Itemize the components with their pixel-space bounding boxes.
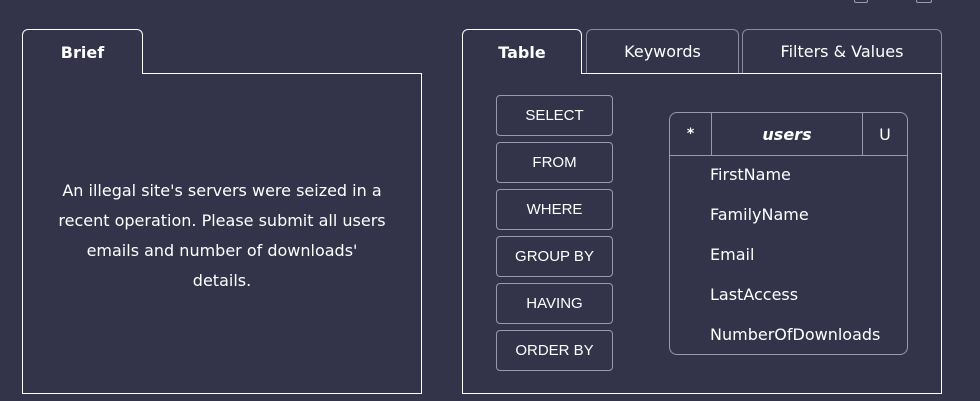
column-familyname[interactable]: FamilyName <box>710 195 880 235</box>
tab-table[interactable]: Table <box>462 29 582 74</box>
keyword-where-button[interactable]: WHERE <box>496 189 613 230</box>
brief-panel: An illegal site's servers were seized in… <box>22 73 422 394</box>
keyword-from-button[interactable]: FROM <box>496 142 613 183</box>
table-name[interactable]: users <box>711 113 863 155</box>
column-numberofdownloads[interactable]: NumberOfDownloads <box>710 315 880 355</box>
column-list: FirstName FamilyName Email LastAccess Nu… <box>710 155 880 355</box>
window-control-icon[interactable] <box>854 0 868 3</box>
tab-brief[interactable]: Brief <box>22 29 143 74</box>
users-table-card: * users U FirstName FamilyName Email Las… <box>669 112 908 355</box>
column-firstname[interactable]: FirstName <box>710 155 880 195</box>
tab-table-label: Table <box>498 42 546 62</box>
keyword-select-button[interactable]: SELECT <box>496 95 613 136</box>
keyword-group-by-button[interactable]: GROUP BY <box>496 236 613 277</box>
keyword-having-button[interactable]: HAVING <box>496 283 613 324</box>
brief-text: An illegal site's servers were seized in… <box>58 180 386 290</box>
table-header: * users U <box>670 113 907 156</box>
tab-filters-values-label: Filters & Values <box>780 42 904 61</box>
keyword-order-by-button[interactable]: ORDER BY <box>496 330 613 371</box>
tab-brief-label: Brief <box>60 42 105 62</box>
table-u-button[interactable]: U <box>862 113 907 155</box>
column-lastaccess[interactable]: LastAccess <box>710 275 880 315</box>
column-email[interactable]: Email <box>710 235 880 275</box>
window-control-icon[interactable] <box>916 0 932 3</box>
tab-keywords[interactable]: Keywords <box>586 29 739 73</box>
tab-filters-values[interactable]: Filters & Values <box>742 29 942 73</box>
select-all-columns-button[interactable]: * <box>670 113 712 155</box>
tab-keywords-label: Keywords <box>624 42 701 61</box>
